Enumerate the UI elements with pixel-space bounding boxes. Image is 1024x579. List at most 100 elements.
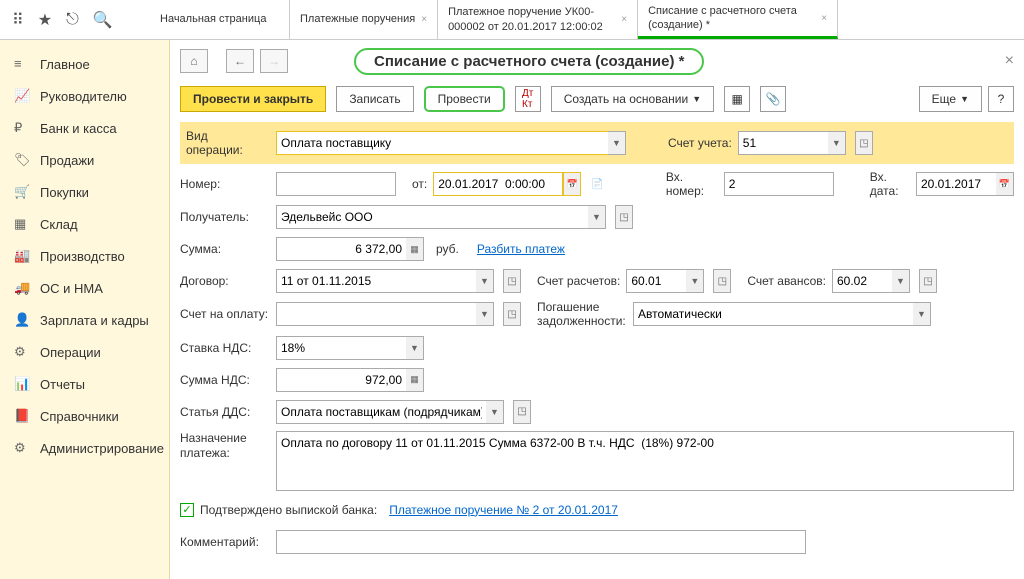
search-icon[interactable]: 🔍	[93, 10, 113, 30]
op-type-dropdown[interactable]: ▼	[608, 131, 626, 155]
tab-0[interactable]: Начальная страница	[150, 0, 290, 39]
apps-icon[interactable]: ⠿	[12, 10, 24, 30]
account-label: Счет учета:	[668, 136, 732, 150]
sidebar-item-0[interactable]: ≡ Главное	[0, 48, 169, 80]
more-button[interactable]: Еще ▼	[919, 86, 982, 112]
sidebar-item-label: Склад	[40, 217, 78, 232]
sidebar-item-6[interactable]: 🏭Производство	[0, 240, 169, 272]
invoice-input[interactable]	[276, 302, 476, 326]
sidebar-item-label: Зарплата и кадры	[40, 313, 149, 328]
attach-icon[interactable]: 📎	[760, 86, 786, 112]
recipient-input[interactable]	[276, 205, 588, 229]
confirmed-link[interactable]: Платежное поручение № 2 от 20.01.2017	[389, 503, 618, 517]
invoice-label: Счет на оплату:	[180, 307, 270, 321]
account-input[interactable]	[738, 131, 828, 155]
confirmed-checkbox[interactable]: ✓	[180, 503, 194, 517]
date-helper-icon[interactable]: 📄	[590, 172, 605, 196]
contract-input[interactable]	[276, 269, 476, 293]
sidebar-item-12[interactable]: ⚙Администрирование	[0, 432, 169, 464]
dds-input[interactable]	[276, 400, 486, 424]
invoice-open[interactable]: ◳	[503, 302, 521, 326]
sidebar-item-3[interactable]: 🏷Продажи	[0, 144, 169, 176]
in-date-picker[interactable]: 📅	[996, 172, 1014, 196]
factory-icon: 🏭	[14, 248, 30, 264]
tab-label: Платежное поручение УК00-000002 от 20.01…	[448, 5, 615, 34]
in-date-label: Вх. дата:	[870, 170, 910, 198]
confirmed-label: Подтверждено выпиской банка:	[200, 503, 377, 517]
account-dropdown[interactable]: ▼	[828, 131, 846, 155]
invoice-dropdown[interactable]: ▼	[476, 302, 494, 326]
sidebar-item-7[interactable]: 🚚ОС и НМА	[0, 272, 169, 304]
purpose-textarea[interactable]	[276, 431, 1014, 491]
sum-calc[interactable]: ▦	[406, 237, 424, 261]
in-number-input[interactable]	[724, 172, 834, 196]
tab-3[interactable]: Списание с расчетного счета (создание) *…	[638, 0, 838, 39]
sum-input[interactable]	[276, 237, 406, 261]
op-type-input[interactable]	[276, 131, 608, 155]
in-date-input[interactable]	[916, 172, 996, 196]
date-picker[interactable]: 📅	[563, 172, 581, 196]
write-button[interactable]: Записать	[336, 86, 413, 112]
tab-1[interactable]: Платежные поручения×	[290, 0, 438, 39]
sidebar-item-label: Главное	[40, 57, 90, 72]
sidebar-item-8[interactable]: 👤Зарплата и кадры	[0, 304, 169, 336]
create-based-button[interactable]: Создать на основании ▼	[551, 86, 714, 112]
vat-sum-input[interactable]	[276, 368, 406, 392]
account-open[interactable]: ◳	[855, 131, 873, 155]
sidebar-item-11[interactable]: 📕Справочники	[0, 400, 169, 432]
recipient-dropdown[interactable]: ▼	[588, 205, 606, 229]
purpose-label: Назначение платежа:	[180, 431, 270, 462]
forward-button[interactable]: →	[260, 49, 288, 73]
calc-acc-dropdown[interactable]: ▼	[686, 269, 704, 293]
tab-2[interactable]: Платежное поручение УК00-000002 от 20.01…	[438, 0, 638, 39]
tab-close-icon[interactable]: ×	[621, 14, 627, 25]
help-button[interactable]: ?	[988, 86, 1014, 112]
sidebar-item-5[interactable]: ▦Склад	[0, 208, 169, 240]
doc-icon[interactable]: ▦	[724, 86, 750, 112]
dds-open[interactable]: ◳	[513, 400, 531, 424]
post-button[interactable]: Провести	[424, 86, 505, 112]
sum-label: Сумма:	[180, 242, 270, 256]
recipient-open[interactable]: ◳	[615, 205, 633, 229]
number-label: Номер:	[180, 177, 270, 191]
sidebar-item-4[interactable]: 🛒Покупки	[0, 176, 169, 208]
star-icon[interactable]: ★	[38, 10, 52, 30]
tab-close-icon[interactable]: ×	[821, 13, 827, 24]
back-button[interactable]: ←	[226, 49, 254, 73]
sidebar-item-2[interactable]: ₽Банк и касса	[0, 112, 169, 144]
dds-dropdown[interactable]: ▼	[486, 400, 504, 424]
home-button[interactable]: ⌂	[180, 49, 208, 73]
sidebar-item-label: Отчеты	[40, 377, 85, 392]
sidebar-item-label: Руководителю	[40, 89, 127, 104]
repay-label: Погашение задолженности:	[537, 300, 627, 329]
repay-input[interactable]	[633, 302, 913, 326]
contract-dropdown[interactable]: ▼	[476, 269, 494, 293]
contract-open[interactable]: ◳	[503, 269, 521, 293]
date-input[interactable]	[433, 172, 563, 196]
dt-kt-icon[interactable]: ДтКт	[515, 86, 541, 112]
link-icon[interactable]: ⎋	[66, 11, 79, 29]
vat-rate-input[interactable]	[276, 336, 406, 360]
repay-dropdown[interactable]: ▼	[913, 302, 931, 326]
calc-acc-open[interactable]: ◳	[713, 269, 731, 293]
vat-sum-calc[interactable]: ▦	[406, 368, 424, 392]
post-close-button[interactable]: Провести и закрыть	[180, 86, 326, 112]
close-icon[interactable]: ×	[1005, 52, 1014, 70]
page-title: Списание с расчетного счета (создание) *	[354, 48, 704, 75]
calc-acc-input[interactable]	[626, 269, 686, 293]
adv-acc-dropdown[interactable]: ▼	[892, 269, 910, 293]
vat-sum-label: Сумма НДС:	[180, 373, 270, 387]
number-input[interactable]	[276, 172, 396, 196]
sidebar-item-1[interactable]: 📈 Руководителю	[0, 80, 169, 112]
sidebar-item-10[interactable]: 📊Отчеты	[0, 368, 169, 400]
comment-input[interactable]	[276, 530, 806, 554]
menu-icon: ≡	[14, 56, 30, 72]
adv-acc-input[interactable]	[832, 269, 892, 293]
ops-icon: ⚙	[14, 344, 30, 360]
vat-rate-dropdown[interactable]: ▼	[406, 336, 424, 360]
tab-close-icon[interactable]: ×	[421, 14, 427, 25]
split-link[interactable]: Разбить платеж	[477, 242, 565, 256]
chart-icon: 📈	[14, 88, 30, 104]
adv-acc-open[interactable]: ◳	[919, 269, 937, 293]
sidebar-item-9[interactable]: ⚙Операции	[0, 336, 169, 368]
